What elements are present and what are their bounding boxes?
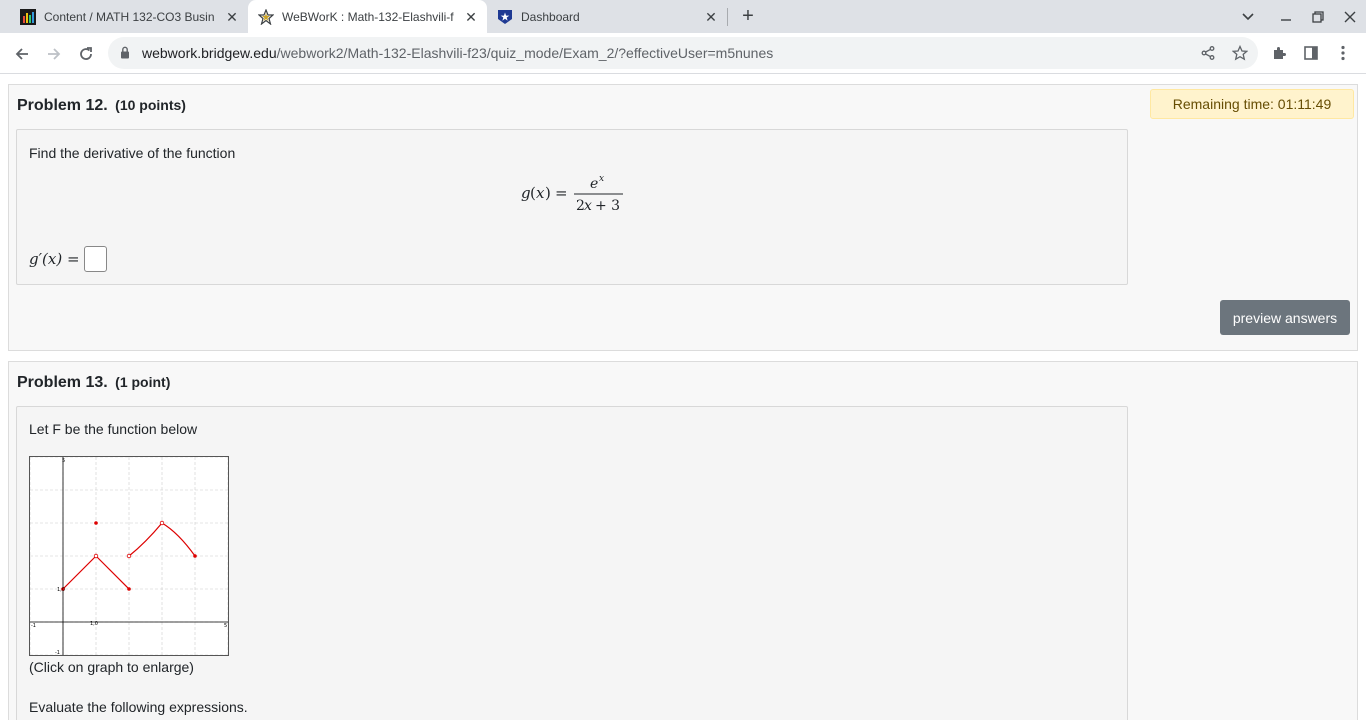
close-tab-icon[interactable]: ✕ (224, 9, 240, 25)
tab-title: Content / MATH 132-CO3 Busin (44, 9, 215, 24)
filled-point (94, 521, 98, 525)
svg-text:+ 3: + 3 (595, 198, 620, 214)
open-point (159, 520, 165, 526)
tick-label-y-max: 5 (62, 458, 65, 464)
tick-label-x-min: -1 (31, 623, 36, 629)
filled-point (193, 554, 197, 558)
url-text: webwork.bridgew.edu/webwork2/Math-132-El… (142, 45, 773, 61)
function-equation: g ( x ) = e x 2 x + 3 (521, 170, 641, 216)
problem-points: (10 points) (115, 97, 186, 113)
open-point (93, 553, 99, 559)
tab-dashboard[interactable]: Dashboard ✕ (487, 0, 727, 33)
curve-segment (161, 522, 196, 557)
problem-13-heading: Problem 13. (1 point) (17, 374, 170, 392)
problem-title: Problem 12. (17, 97, 108, 114)
extensions-puzzle-icon[interactable] (1269, 43, 1289, 63)
preview-answers-button[interactable]: preview answers (1220, 300, 1350, 335)
dashboard-icon (497, 9, 513, 25)
problem-13-prompt: Let F be the function below (29, 421, 198, 437)
side-panel-icon[interactable] (1301, 43, 1321, 63)
close-tab-icon[interactable]: ✕ (703, 9, 719, 25)
kebab-menu-icon[interactable] (1333, 43, 1353, 63)
answer-label: g′(x) = (29, 250, 80, 268)
bookmark-star-icon[interactable] (1230, 43, 1250, 63)
lock-icon[interactable] (120, 46, 130, 64)
browser-toolbar: webwork.bridgew.edu/webwork2/Math-132-El… (0, 33, 1366, 74)
new-tab-plus-icon[interactable]: + (737, 5, 759, 27)
restore-icon[interactable] (1303, 0, 1333, 33)
function-graph[interactable]: -1 5 5 -1 1,0 1,0 (29, 456, 229, 656)
address-bar[interactable]: webwork.bridgew.edu/webwork2/Math-132-El… (108, 37, 1258, 69)
reload-icon[interactable] (73, 41, 99, 67)
tick-label-x-max: 5 (224, 623, 227, 629)
problem-points: (1 point) (115, 374, 171, 390)
d2l-icon (20, 8, 36, 25)
curve-segment (128, 522, 163, 557)
back-arrow-icon[interactable] (9, 41, 35, 67)
svg-text:(: ( (530, 184, 536, 202)
tab-title: Dashboard (521, 9, 580, 24)
close-window-icon[interactable] (1335, 0, 1365, 33)
open-point (126, 553, 132, 559)
problem-13-body: Let F be the function below -1 5 5 -1 1,… (16, 406, 1128, 720)
tick-label-b: 1,0 (57, 587, 65, 593)
click-graph-hint: (Click on graph to enlarge) (29, 659, 194, 675)
evaluate-instructions: Evaluate the following expressions. (29, 699, 248, 715)
problem-12-body: Find the derivative of the function g ( … (16, 129, 1128, 285)
curve-segment (95, 555, 130, 590)
tab-divider (727, 8, 728, 26)
svg-text:e: e (590, 176, 598, 192)
svg-text:): ) (545, 184, 551, 202)
tab-title: WeBWorK : Math-132-Elashvili-f (282, 9, 454, 24)
tab-search-chevron-icon[interactable] (1233, 0, 1263, 33)
problem-12-heading: Problem 12. (10 points) (17, 97, 186, 115)
tick-label-a: 1,0 (90, 621, 98, 627)
problem-12-prompt: Find the derivative of the function (29, 145, 236, 161)
function-graph-svg[interactable]: -1 5 5 -1 1,0 1,0 (29, 456, 229, 656)
close-tab-icon[interactable]: ✕ (463, 9, 479, 25)
svg-text:x: x (599, 174, 604, 184)
derivative-answer-input[interactable] (84, 246, 107, 272)
problem-13: Problem 13. (1 point) Let F be the funct… (8, 361, 1358, 720)
tick-label-y-min: -1 (55, 650, 60, 655)
curve-segment (62, 555, 97, 590)
remaining-time-badge: Remaining time: 01:11:49 (1150, 89, 1354, 119)
url-domain: webwork.bridgew.edu (142, 45, 277, 61)
filled-point (127, 587, 131, 591)
page-content: Problem 12. (10 points) Remaining time: … (0, 75, 1366, 720)
forward-arrow-icon[interactable] (41, 41, 67, 67)
tab-content-math132[interactable]: Content / MATH 132-CO3 Busin ✕ (0, 0, 248, 33)
problem-title: Problem 13. (17, 374, 108, 391)
webwork-icon (257, 7, 275, 26)
svg-text:=: = (555, 184, 568, 202)
svg-text:x: x (536, 184, 545, 202)
problem-12: Problem 12. (10 points) Remaining time: … (8, 84, 1358, 351)
tab-bar: Content / MATH 132-CO3 Busin ✕ WeBWorK :… (0, 0, 1366, 33)
svg-text:x: x (584, 198, 592, 214)
share-icon[interactable] (1198, 43, 1218, 63)
tab-webwork[interactable]: WeBWorK : Math-132-Elashvili-f ✕ (248, 0, 487, 33)
url-path: /webwork2/Math-132-Elashvili-f23/quiz_mo… (276, 45, 774, 61)
minimize-icon[interactable] (1271, 0, 1301, 33)
